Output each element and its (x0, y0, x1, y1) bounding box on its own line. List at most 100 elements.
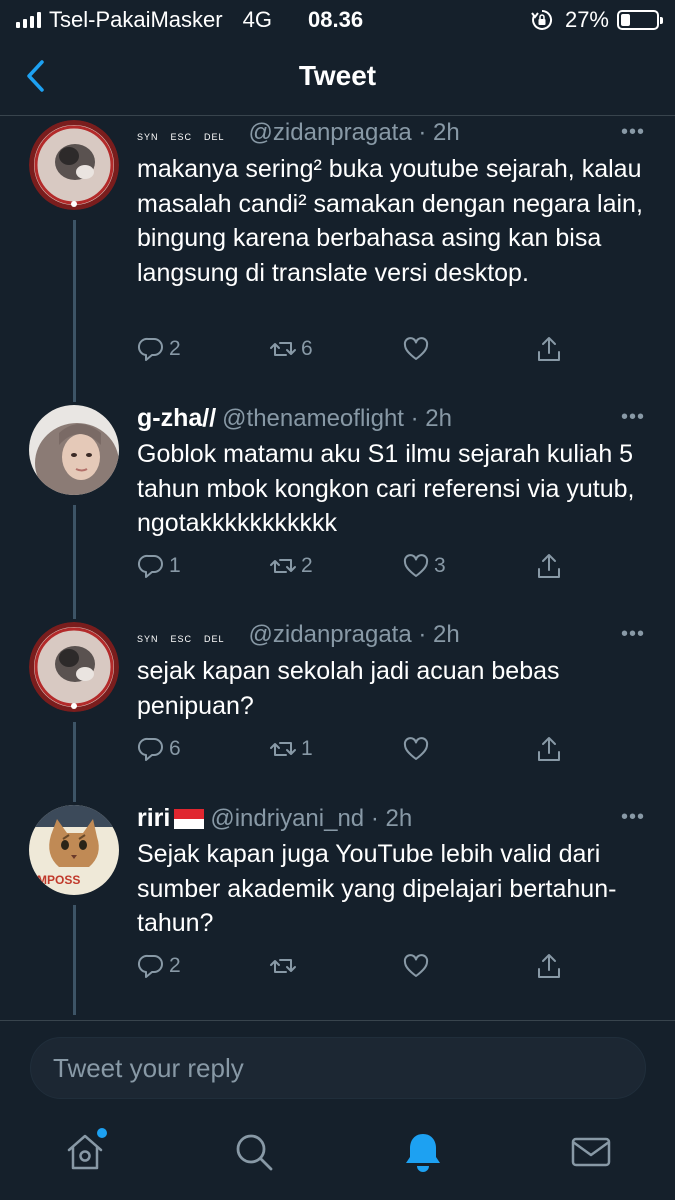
status-bar: Tsel-PakaiMasker 4G 08.36 27% (0, 0, 675, 40)
reply-count: 1 (169, 554, 181, 577)
tweet-thread: SYN ESC DEL @zidanpragata · 2h ••• makanya… (0, 117, 675, 1020)
tweet-actions: 1 2 3 (137, 552, 637, 586)
tweet-text: sejak kapan sekolah jadi acuan bebas pen… (137, 657, 560, 720)
more-options-icon[interactable]: ••• (621, 406, 645, 429)
reply-button[interactable]: 1 (137, 552, 181, 580)
tweet-actions: 2 6 (137, 335, 637, 369)
thread-connector (73, 505, 76, 619)
retweet-button[interactable]: 1 (269, 735, 313, 763)
battery-percent: 27% (564, 7, 609, 32)
tweet-handle[interactable]: @zidanpragata · 2h (249, 119, 460, 147)
key-del: DEL (204, 132, 225, 142)
retweet-button[interactable]: 6 (269, 335, 313, 363)
avatar[interactable] (29, 120, 119, 210)
notification-dot (97, 1128, 107, 1138)
like-button[interactable] (402, 335, 434, 363)
like-button[interactable]: 3 (402, 552, 446, 580)
reply-icon (137, 554, 163, 578)
avatar[interactable]: MPOSS (29, 805, 119, 895)
tweet-text: Sejak kapan juga YouTube lebih valid dar… (137, 840, 617, 937)
tweet-handle[interactable]: @indriyani_nd · 2h (210, 805, 412, 833)
rotation-lock-icon (531, 9, 552, 30)
status-right: 27% (531, 7, 663, 33)
key-esc: ESC (170, 634, 193, 644)
retweet-button[interactable]: 2 (269, 552, 313, 580)
heart-icon (403, 954, 429, 977)
tweet-handle[interactable]: @zidanpragata · 2h (249, 621, 460, 649)
tweet-header: riri @indriyani_nd · 2h (137, 804, 412, 833)
share-button[interactable] (535, 335, 567, 363)
messages-icon (571, 1137, 611, 1167)
reply-button[interactable]: 2 (137, 952, 181, 980)
reply-count: 2 (169, 954, 181, 977)
retweet-count: 2 (301, 554, 313, 577)
tab-messages[interactable] (569, 1130, 613, 1174)
tweet-actions: 2 (137, 952, 637, 986)
tab-search[interactable] (232, 1130, 276, 1174)
page-title: Tweet (298, 60, 377, 91)
share-button[interactable] (535, 552, 567, 580)
display-name[interactable]: g-zha// (137, 404, 216, 433)
reply-icon (137, 737, 163, 761)
reply-icon (137, 337, 163, 361)
share-icon (538, 737, 560, 761)
reply-button[interactable]: 6 (137, 735, 181, 763)
reply-count: 2 (169, 337, 181, 360)
tweet-handle[interactable]: @thenameoflight · 2h (222, 405, 452, 433)
share-icon (538, 554, 560, 578)
tweet[interactable]: g-zha// @thenameoflight · 2h ••• Goblok … (0, 402, 675, 619)
retweet-count: 6 (301, 337, 313, 360)
retweet-icon (270, 959, 296, 973)
network-type: 4G (242, 7, 272, 32)
tweet-text: makanya sering² buka youtube sejarah, ka… (137, 155, 643, 287)
avatar[interactable] (29, 405, 119, 495)
more-options-icon[interactable]: ••• (621, 121, 645, 144)
heart-icon (403, 554, 429, 577)
thread-connector (73, 722, 76, 802)
carrier-name: Tsel-PakaiMasker (49, 7, 223, 32)
tab-home[interactable] (63, 1128, 107, 1174)
retweet-count: 1 (301, 737, 313, 760)
more-options-icon[interactable]: ••• (621, 623, 645, 646)
status-left: Tsel-PakaiMasker 4G (16, 7, 272, 33)
avatar[interactable] (29, 622, 119, 712)
tweet[interactable]: MPOSS riri @indriyani_nd · 2h ••• Sejak … (0, 802, 675, 1020)
key-del: DEL (204, 634, 225, 644)
like-count: 3 (434, 554, 446, 577)
tweet-header: SYN ESC DEL @zidanpragata · 2h (137, 621, 460, 649)
display-name-keys: SYN ESC DEL (137, 132, 225, 142)
reply-button[interactable]: 2 (137, 335, 181, 363)
retweet-icon (270, 559, 296, 573)
share-button[interactable] (535, 735, 567, 763)
avatar-image (29, 120, 119, 210)
battery-icon (617, 10, 663, 30)
signal-icon (16, 12, 41, 28)
tweet-actions: 6 1 (137, 735, 637, 769)
status-time: 08.36 (308, 7, 364, 32)
like-button[interactable] (402, 952, 434, 980)
key-esc: ESC (170, 132, 193, 142)
header: Tweet (0, 40, 675, 116)
thread-connector (73, 905, 76, 1015)
heart-icon (403, 337, 429, 360)
share-icon (538, 954, 560, 978)
heart-icon (403, 737, 429, 760)
retweet-icon (270, 742, 296, 756)
more-options-icon[interactable]: ••• (621, 806, 645, 829)
like-button[interactable] (402, 735, 434, 763)
share-button[interactable] (535, 952, 567, 980)
retweet-button[interactable] (269, 952, 301, 980)
tweet[interactable]: SYN ESC DEL @zidanpragata · 2h ••• sejak k… (0, 619, 675, 802)
battery-level (621, 14, 631, 26)
tweet-header: g-zha// @thenameoflight · 2h (137, 404, 452, 433)
reply-input[interactable] (30, 1037, 646, 1099)
reply-icon (137, 954, 163, 978)
tweet-text: Goblok matamu aku S1 ilmu sejarah kuliah… (137, 440, 635, 537)
notifications-icon (406, 1134, 440, 1172)
display-name[interactable]: riri (137, 804, 170, 833)
avatar-caption: MPOSS (37, 873, 81, 887)
tweet[interactable]: SYN ESC DEL @zidanpragata · 2h ••• makanya… (0, 117, 675, 402)
tab-notifications[interactable] (401, 1130, 445, 1174)
avatar-image (29, 405, 119, 495)
reply-composer (0, 1020, 675, 1116)
